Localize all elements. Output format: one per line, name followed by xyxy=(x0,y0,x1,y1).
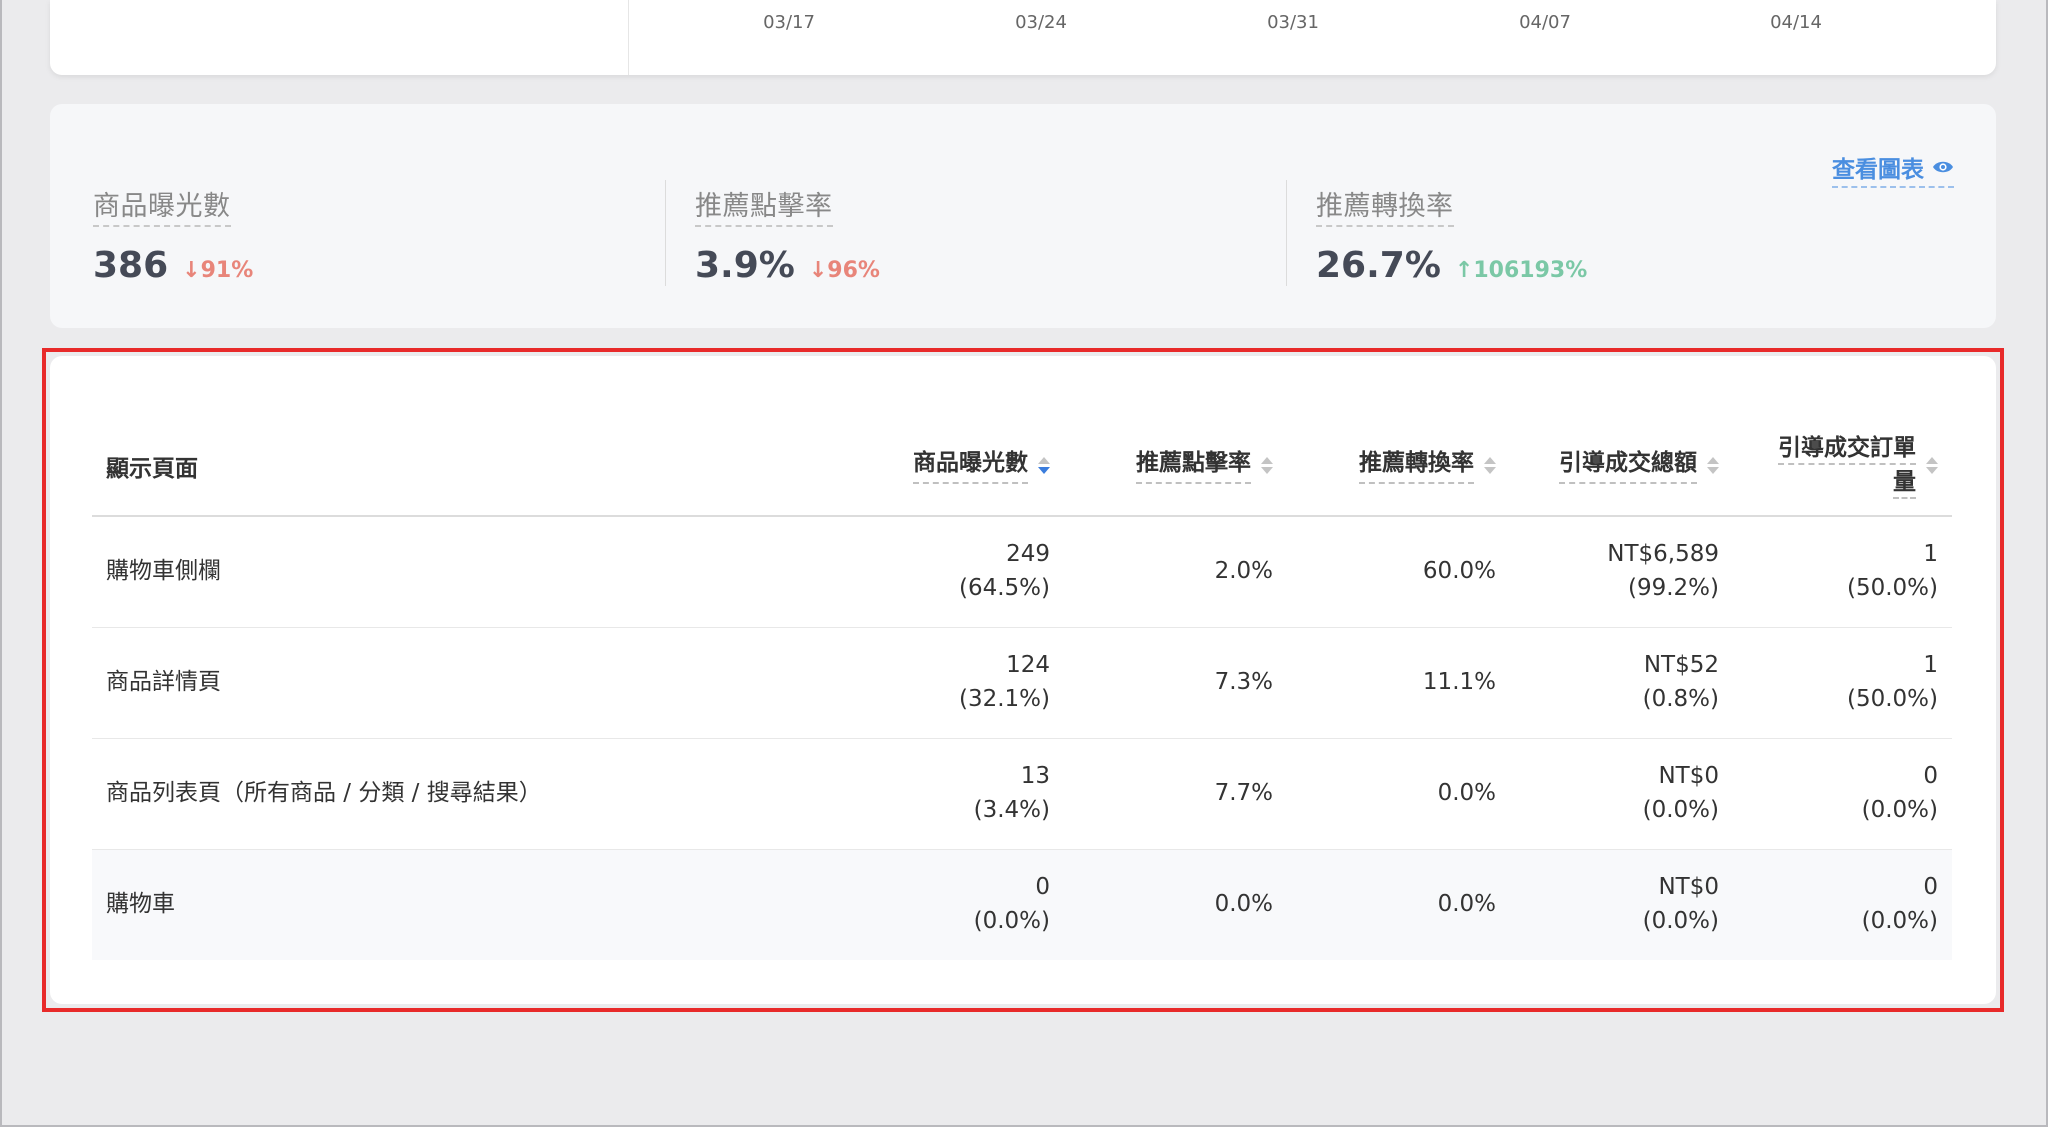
cell-impressions: 249 (64.5%) xyxy=(862,516,1064,628)
col-header-orders[interactable]: 引導成交訂單 量 xyxy=(1733,416,1952,517)
trend-chart-card: 03/17 03/24 03/31 04/07 04/14 xyxy=(50,0,1996,75)
sort-icon[interactable] xyxy=(1261,457,1273,474)
metric-cvr: 推薦轉換率 26.7% ↑106193% xyxy=(1316,184,1587,286)
cell-gmv: NT$0 (0.0%) xyxy=(1510,849,1733,960)
sort-icon[interactable] xyxy=(1038,457,1050,474)
chart-x-tick: 04/14 xyxy=(1770,12,1822,33)
metrics-summary-card: 商品曝光數 386 ↓91% 推薦點擊率 3.9% ↓96% 推薦轉換率 26.… xyxy=(50,104,1996,328)
cell-cvr: 60.0% xyxy=(1287,516,1510,628)
metric-impressions: 商品曝光數 386 ↓91% xyxy=(93,184,253,286)
cell-impressions: 0 (0.0%) xyxy=(862,849,1064,960)
col-header-page: 顯示頁面 xyxy=(92,416,862,517)
cell-ctr: 7.7% xyxy=(1064,738,1287,850)
cell-orders: 0 (0.0%) xyxy=(1733,849,1952,960)
metric-value: 3.9% xyxy=(695,245,795,286)
view-chart-link[interactable]: 查看圖表 xyxy=(1832,150,1954,188)
view-chart-label: 查看圖表 xyxy=(1832,157,1924,183)
chart-x-tick: 03/17 xyxy=(763,12,815,33)
table-row: 購物車側欄 249 (64.5%) 2.0% 60.0% NT$6,589 (99.… xyxy=(92,516,1952,628)
metric-change-down: ↓96% xyxy=(809,258,880,283)
col-header-label: 引導成交總額 xyxy=(1559,447,1697,485)
metric-label[interactable]: 推薦轉換率 xyxy=(1316,184,1454,227)
cell-cvr: 0.0% xyxy=(1287,738,1510,850)
chart-x-tick: 04/07 xyxy=(1519,12,1571,33)
cell-impressions: 13 (3.4%) xyxy=(862,738,1064,850)
col-header-label: 量 xyxy=(1893,468,1916,499)
col-header-label: 商品曝光數 xyxy=(913,447,1028,485)
metric-change-down: ↓91% xyxy=(182,258,253,283)
metric-change-up: ↑106193% xyxy=(1455,258,1587,283)
chart-divider xyxy=(628,0,629,75)
cell-cvr: 0.0% xyxy=(1287,849,1510,960)
sort-icon[interactable] xyxy=(1926,457,1938,474)
metric-value: 386 xyxy=(93,245,169,286)
sort-icon[interactable] xyxy=(1707,457,1719,474)
col-header-label: 推薦點擊率 xyxy=(1136,447,1251,485)
cell-page: 購物車 xyxy=(92,849,862,960)
cell-page: 購物車側欄 xyxy=(92,516,862,628)
metric-change-value: 96% xyxy=(827,258,880,283)
col-header-label: 引導成交訂單 xyxy=(1778,435,1916,466)
col-header-cvr[interactable]: 推薦轉換率 xyxy=(1287,416,1510,517)
page-breakdown-table-card: 顯示頁面 商品曝光數 推薦點擊率 推薦轉換率 引導成交總額 引導成交訂單 量 購… xyxy=(50,356,1996,1004)
arrow-up-icon: ↑ xyxy=(1454,258,1474,283)
metric-change-value: 106193% xyxy=(1473,258,1588,283)
arrow-down-icon: ↓ xyxy=(808,258,828,283)
col-header-label: 推薦轉換率 xyxy=(1359,447,1474,485)
cell-cvr: 11.1% xyxy=(1287,627,1510,739)
arrow-down-icon: ↓ xyxy=(182,258,201,283)
metric-value: 26.7% xyxy=(1316,245,1441,286)
metric-divider xyxy=(1286,180,1287,286)
cell-orders: 1 (50.0%) xyxy=(1733,516,1952,628)
metric-ctr: 推薦點擊率 3.9% ↓96% xyxy=(695,184,880,286)
cell-ctr: 7.3% xyxy=(1064,627,1287,739)
table-header-row: 顯示頁面 商品曝光數 推薦點擊率 推薦轉換率 引導成交總額 引導成交訂單 量 xyxy=(92,416,1952,517)
page-breakdown-table: 顯示頁面 商品曝光數 推薦點擊率 推薦轉換率 引導成交總額 引導成交訂單 量 購… xyxy=(92,416,1952,960)
metric-label[interactable]: 推薦點擊率 xyxy=(695,184,833,227)
metric-change-value: 91% xyxy=(200,258,254,283)
col-header-ctr[interactable]: 推薦點擊率 xyxy=(1064,416,1287,517)
chart-x-tick: 03/24 xyxy=(1015,12,1067,33)
table-row: 購物車 0 (0.0%) 0.0% 0.0% NT$0 (0.0%) 0 (0.0%) xyxy=(92,849,1952,960)
table-row: 商品詳情頁 124 (32.1%) 7.3% 11.1% NT$52 (0.8%) … xyxy=(92,627,1952,739)
cell-page: 商品列表頁（所有商品 / 分類 / 搜尋結果） xyxy=(92,738,862,850)
cell-gmv: NT$52 (0.8%) xyxy=(1510,627,1733,739)
cell-orders: 1 (50.0%) xyxy=(1733,627,1952,739)
cell-page: 商品詳情頁 xyxy=(92,627,862,739)
cell-ctr: 0.0% xyxy=(1064,849,1287,960)
metric-label[interactable]: 商品曝光數 xyxy=(93,184,231,227)
eye-icon xyxy=(1932,154,1954,180)
table-row: 商品列表頁（所有商品 / 分類 / 搜尋結果） 13 (3.4%) 7.7% 0.… xyxy=(92,738,1952,850)
cell-gmv: NT$6,589 (99.2%) xyxy=(1510,516,1733,628)
col-header-gmv[interactable]: 引導成交總額 xyxy=(1510,416,1733,517)
metric-divider xyxy=(665,180,666,286)
sort-icon[interactable] xyxy=(1484,457,1496,474)
cell-gmv: NT$0 (0.0%) xyxy=(1510,738,1733,850)
cell-impressions: 124 (32.1%) xyxy=(862,627,1064,739)
cell-orders: 0 (0.0%) xyxy=(1733,738,1952,850)
cell-ctr: 2.0% xyxy=(1064,516,1287,628)
chart-x-tick: 03/31 xyxy=(1267,12,1319,33)
col-header-impressions[interactable]: 商品曝光數 xyxy=(862,416,1064,517)
